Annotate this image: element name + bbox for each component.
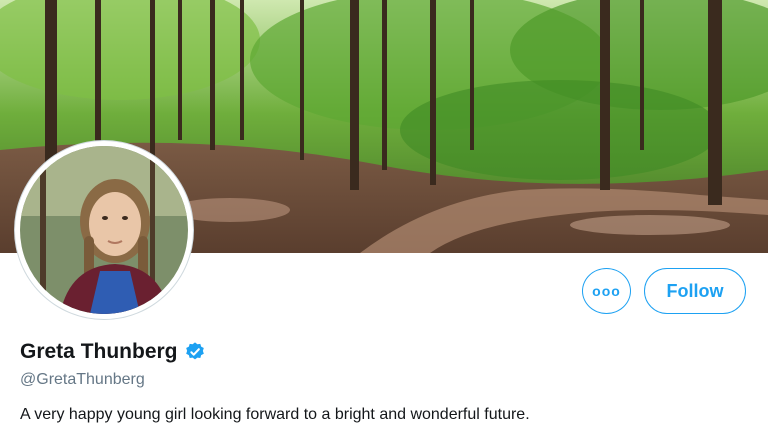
display-name: Greta Thunberg bbox=[20, 340, 178, 363]
profile-handle: @GretaThunberg bbox=[20, 371, 145, 388]
more-options-icon: ooo bbox=[592, 283, 621, 299]
follow-button[interactable]: Follow bbox=[644, 268, 746, 314]
name-row: Greta Thunberg bbox=[20, 340, 206, 364]
verified-badge-icon bbox=[184, 341, 206, 363]
profile-avatar[interactable] bbox=[15, 141, 193, 319]
profile-bio: A very happy young girl looking forward … bbox=[20, 406, 530, 423]
more-options-button[interactable]: ooo bbox=[582, 268, 631, 314]
